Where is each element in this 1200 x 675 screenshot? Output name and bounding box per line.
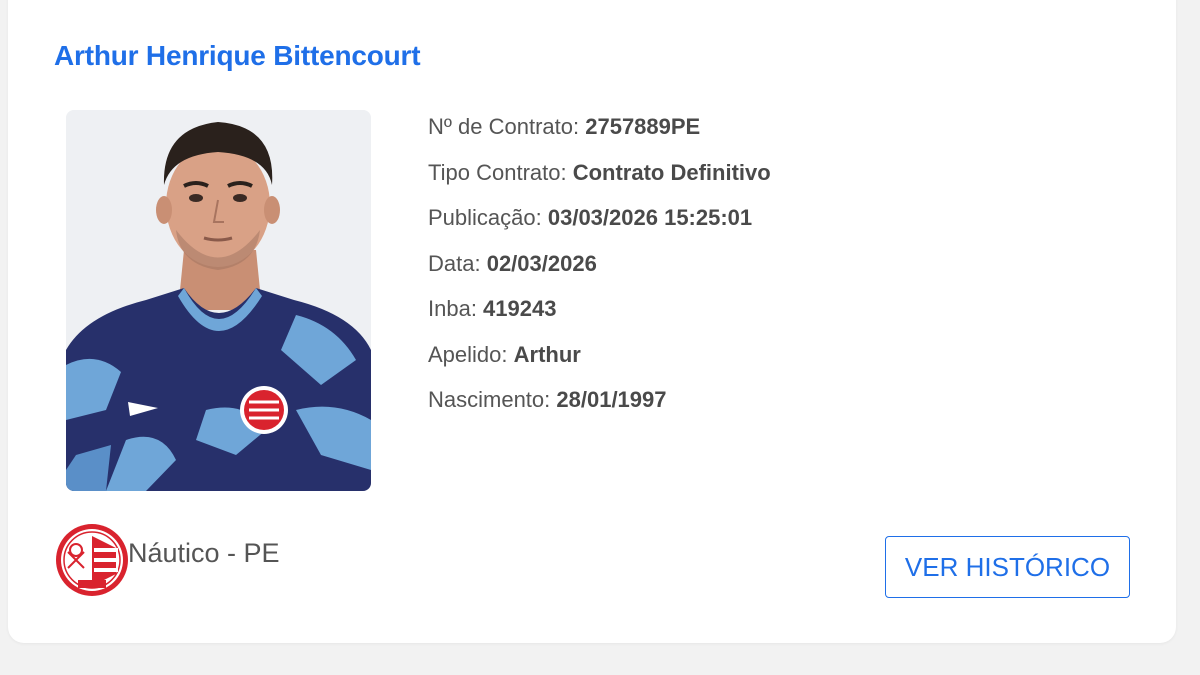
nickname-row: Apelido: Arthur [428, 332, 771, 378]
info-label: Nascimento: [428, 387, 557, 412]
info-value: Arthur [513, 341, 581, 367]
date-row: Data: 02/03/2026 [428, 241, 771, 287]
club-info: Náutico - PE [54, 522, 280, 598]
info-value: 02/03/2026 [486, 250, 597, 276]
info-label: Publicação: [428, 205, 548, 230]
info-label: Apelido: [428, 341, 514, 367]
info-value: 419243 [483, 296, 557, 321]
club-name: Náutico - PE [128, 537, 280, 568]
birth-row: Nascimento: 28/01/1997 [428, 377, 771, 423]
player-name: Arthur Henrique Bittencourt [54, 40, 421, 71]
info-label: Nº de Contrato: [428, 114, 586, 139]
info-label: Data: [428, 250, 487, 276]
inba-row: Inba: 419243 [428, 286, 771, 332]
player-photo [66, 110, 371, 491]
info-value: Contrato Definitivo [572, 159, 771, 185]
nautico-crest-icon [56, 524, 128, 596]
view-history-button[interactable]: VER HISTÓRICO [885, 536, 1130, 598]
contract-number-row: Nº de Contrato: 2757889PE [428, 104, 771, 150]
info-value: 28/01/1997 [556, 387, 667, 412]
contract-type-row: Tipo Contrato: Contrato Definitivo [428, 150, 771, 196]
info-label: Tipo Contrato: [428, 159, 573, 185]
contract-info: Nº de Contrato: 2757889PE Tipo Contrato:… [428, 104, 771, 423]
publication-row: Publicação: 03/03/2026 15:25:01 [428, 195, 771, 241]
info-value: 2757889PE [585, 114, 701, 139]
info-label: Inba: [428, 296, 484, 321]
info-value: 03/03/2026 15:25:01 [547, 205, 753, 230]
